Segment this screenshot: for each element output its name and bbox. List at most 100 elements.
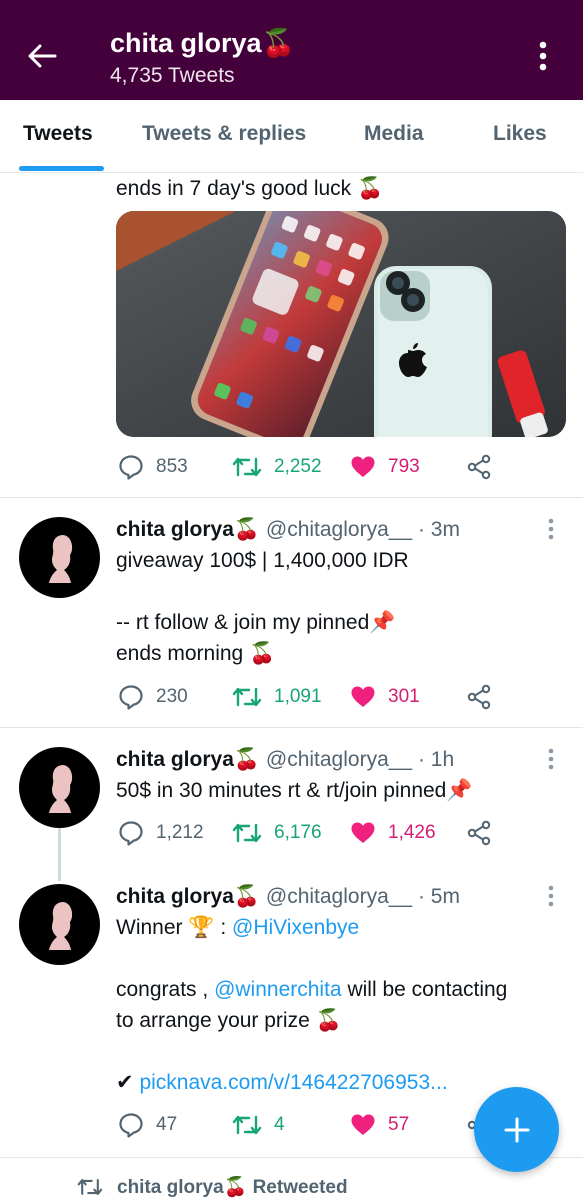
congrats-suffix: will be contacting (341, 978, 508, 1001)
tweet-text-line: to arrange your prize 🍒 (116, 1009, 342, 1032)
like-button[interactable]: 301 (350, 682, 420, 712)
reply-icon (119, 455, 143, 480)
profile-tabs: Tweets Tweets & replies Media Likes (0, 100, 583, 173)
tweet-actions: 853 2,252 793 (116, 452, 506, 482)
reply-button[interactable]: 853 (118, 452, 188, 482)
more-vertical-icon (539, 41, 547, 71)
tweet-time: · 5m (417, 885, 460, 908)
tweet-divider (0, 497, 583, 498)
reply-count: 1,212 (156, 822, 204, 843)
retweeted-indicator: chita glorya🍒 Retweeted (77, 1173, 348, 1200)
retweet-count: 6,176 (274, 822, 322, 843)
retweet-button[interactable]: 2,252 (232, 452, 322, 482)
more-vertical-icon (548, 518, 554, 540)
retweet-count: 4 (274, 1114, 285, 1135)
like-button[interactable]: 1,426 (350, 818, 436, 848)
tweet-meta: chita glorya🍒 @chitaglorya__ · 1h (116, 746, 454, 774)
retweet-icon (232, 457, 262, 477)
tweet-text-line: ends morning 🍒 (116, 642, 276, 665)
share-button[interactable] (466, 682, 504, 712)
reply-count: 230 (156, 686, 188, 707)
retweet-count: 1,091 (274, 686, 322, 707)
tweet-media-image[interactable] (116, 211, 566, 437)
like-button[interactable]: 57 (350, 1110, 409, 1140)
tweet-time: · 3m (417, 518, 460, 541)
retweet-button[interactable]: 1,091 (232, 682, 322, 712)
tab-media[interactable]: Media (364, 122, 424, 146)
share-icon (467, 684, 491, 710)
tweet-text-line: giveaway 100$ | 1,400,000 IDR (116, 549, 409, 572)
heart-icon (351, 686, 375, 707)
retweet-button[interactable]: 6,176 (232, 818, 322, 848)
tab-likes[interactable]: Likes (493, 122, 547, 146)
reply-button[interactable]: 47 (118, 1110, 177, 1140)
share-icon (467, 454, 491, 480)
back-button[interactable] (20, 34, 64, 78)
tweet-count: 4,735 Tweets (110, 64, 235, 87)
like-count: 57 (388, 1114, 410, 1135)
compose-tweet-button[interactable] (474, 1087, 559, 1172)
tweet-text-line: -- rt follow & join my pinned📌 (116, 611, 396, 634)
share-icon (467, 820, 491, 846)
tweet-options-button[interactable] (536, 514, 566, 544)
thread-connector (58, 828, 61, 881)
tweet-actions: 230 1,091 301 (116, 682, 506, 712)
tweet-actions: 1,212 6,176 1,426 (116, 818, 506, 848)
avatar[interactable] (19, 884, 100, 965)
reply-button[interactable]: 1,212 (118, 818, 204, 848)
winner-mention-link[interactable]: @HiVixenbye (232, 916, 359, 939)
tab-tweets[interactable]: Tweets (23, 122, 93, 146)
author-name[interactable]: chita glorya🍒 (116, 518, 260, 541)
retweet-icon (77, 1179, 103, 1195)
reply-icon (119, 685, 143, 710)
tab-tweets-and-replies[interactable]: Tweets & replies (142, 122, 306, 146)
reply-button[interactable]: 230 (118, 682, 188, 712)
avatar[interactable] (19, 517, 100, 598)
retweet-count: 2,252 (274, 456, 322, 477)
active-tab-indicator (19, 166, 104, 171)
tweet-text-line: 50$ in 30 minutes rt & rt/join pinned📌 (116, 779, 473, 802)
avatar-silhouette (49, 535, 73, 583)
avatar[interactable] (19, 747, 100, 828)
retweet-icon (232, 1115, 262, 1135)
reply-icon (119, 1113, 143, 1138)
picknava-link[interactable]: picknava.com/v/146422706953... (139, 1071, 447, 1094)
tweet-divider (0, 727, 583, 728)
like-count: 301 (388, 686, 420, 707)
tweet-text: ends in 7 day's good luck 🍒 (116, 177, 384, 200)
author-name[interactable]: chita glorya🍒 (116, 885, 260, 908)
profile-header: chita glorya🍒 4,735 Tweets (0, 0, 583, 100)
tweet-text-line: Winner 🏆 : @HiVixenbye (116, 912, 359, 943)
congrats-mention-link[interactable]: @winnerchita (214, 978, 342, 1001)
reply-icon (119, 821, 143, 846)
author-name[interactable]: chita glorya🍒 (116, 748, 260, 771)
avatar-silhouette (49, 765, 73, 813)
avatar-silhouette (49, 902, 73, 950)
tweet-meta: chita glorya🍒 @chitaglorya__ · 5m (116, 883, 460, 911)
tweet-options-button[interactable] (536, 744, 566, 774)
author-handle[interactable]: @chitaglorya__ (266, 885, 412, 908)
more-vertical-icon (548, 885, 554, 907)
author-handle[interactable]: @chitaglorya__ (266, 748, 412, 771)
share-button[interactable] (466, 818, 504, 848)
like-count: 1,426 (388, 822, 436, 843)
check-mark: ✔ (116, 1071, 140, 1094)
winner-label: Winner 🏆 : (116, 916, 233, 939)
retweet-button[interactable]: 4 (232, 1110, 285, 1140)
phones-photo (116, 211, 566, 437)
heart-icon (351, 822, 375, 843)
retweeted-label: chita glorya🍒 Retweeted (117, 1177, 348, 1198)
profile-name: chita glorya🍒 (110, 28, 296, 58)
reply-count: 853 (156, 456, 188, 477)
heart-icon (351, 456, 375, 477)
tweet-time: · 1h (417, 748, 455, 771)
like-button[interactable]: 793 (350, 452, 420, 482)
author-handle[interactable]: @chitaglorya__ (266, 518, 412, 541)
like-count: 793 (388, 456, 420, 477)
more-options-button[interactable] (525, 36, 561, 76)
tweet-options-button[interactable] (536, 881, 566, 911)
tweet-text-line: congrats , @winnerchita will be contacti… (116, 974, 507, 1005)
more-vertical-icon (548, 748, 554, 770)
retweet-icon (232, 823, 262, 843)
share-button[interactable] (466, 452, 504, 482)
